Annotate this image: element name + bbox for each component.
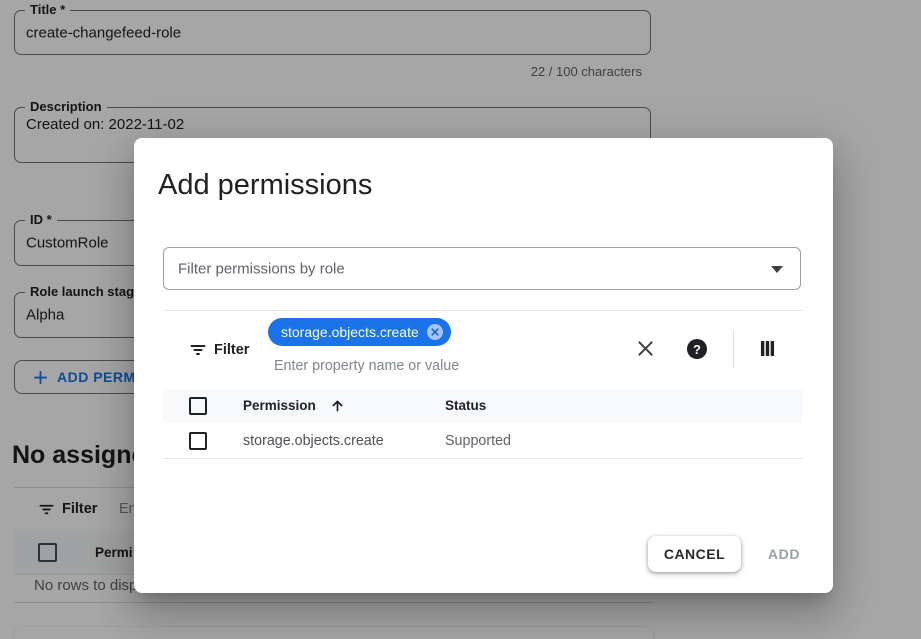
toolbar-divider [163, 310, 803, 311]
role-filter-select-placeholder: Filter permissions by role [178, 260, 345, 277]
role-filter-select[interactable]: Filter permissions by role [163, 247, 801, 290]
add-button[interactable]: ADD [759, 536, 809, 572]
status-column-header: Status [445, 389, 486, 423]
dropdown-arrow-icon[interactable] [771, 266, 783, 273]
help-icon[interactable]: ? [687, 339, 707, 359]
select-all-checkbox[interactable] [189, 397, 207, 415]
filter-icon [189, 341, 207, 359]
cancel-button[interactable]: CANCEL [648, 536, 741, 572]
toolbar-vertical-divider [733, 330, 734, 368]
chip-remove-icon[interactable] [426, 323, 444, 341]
dialog-title: Add permissions [158, 170, 372, 200]
row-checkbox[interactable] [189, 432, 207, 450]
filter-label: Filter [214, 341, 249, 359]
clear-filter-icon[interactable] [637, 340, 654, 362]
sort-ascending-icon[interactable] [330, 398, 345, 413]
filter-chip-label: storage.objects.create [281, 324, 419, 340]
create-role-screen: Title * create-changefeed-role 22 / 100 … [0, 0, 921, 639]
column-display-options-icon[interactable] [760, 341, 775, 361]
filter-chip[interactable]: storage.objects.create [268, 318, 451, 346]
add-permissions-dialog: Add permissions Filter permissions by ro… [134, 138, 833, 593]
permission-column-header[interactable]: Permission [243, 389, 316, 423]
row-status-cell: Supported [445, 423, 511, 459]
row-permission-cell: storage.objects.create [243, 423, 384, 459]
filter-input[interactable]: Enter property name or value [274, 358, 459, 374]
